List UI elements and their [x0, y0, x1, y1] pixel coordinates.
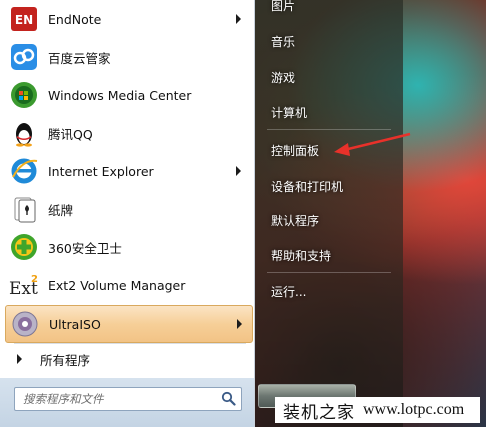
left-separator — [14, 343, 246, 344]
program-internet-explorer[interactable]: Internet Explorer — [5, 153, 251, 189]
expand-arrow-icon — [17, 354, 22, 364]
endnote-icon: EN — [9, 4, 39, 34]
program-windows-media-center[interactable]: Windows Media Center — [5, 77, 251, 113]
solitaire-icon — [9, 194, 39, 224]
program-ext2-volume-manager[interactable]: Ext 2 Ext2 Volume Manager — [5, 267, 251, 303]
start-menu-right-pane: 图片 音乐 游戏 计算机 控制面板 设备和打印机 默认程序 帮助和支持 运行..… — [254, 0, 403, 427]
submenu-arrow-icon — [237, 319, 242, 329]
qq-icon — [9, 118, 39, 148]
program-label: EndNote — [48, 11, 102, 27]
right-item-games[interactable]: 游戏 — [271, 69, 295, 86]
360-security-icon — [9, 232, 39, 262]
ext2-icon: Ext 2 — [9, 270, 39, 300]
right-item-pictures[interactable]: 图片 — [271, 0, 295, 14]
search-input[interactable] — [15, 391, 215, 407]
right-separator — [267, 272, 391, 273]
right-item-default-programs[interactable]: 默认程序 — [271, 212, 319, 229]
right-item-help-support[interactable]: 帮助和支持 — [271, 247, 331, 264]
baidu-cloud-icon — [9, 42, 39, 72]
annotation-arrow-icon — [334, 132, 411, 156]
program-label: Windows Media Center — [48, 87, 192, 103]
windows-media-center-icon — [9, 80, 39, 110]
program-endnote[interactable]: EN EndNote — [5, 1, 251, 37]
right-item-control-panel[interactable]: 控制面板 — [271, 142, 319, 159]
internet-explorer-icon — [9, 156, 39, 186]
program-360-security[interactable]: 360安全卫士 — [5, 229, 251, 265]
start-menu-left-pane: EN EndNote 百度云管家 Windows Media Center 腾讯… — [0, 0, 255, 427]
program-label: 纸牌 — [48, 202, 74, 218]
svg-text:EN: EN — [15, 13, 33, 27]
right-item-devices-printers[interactable]: 设备和打印机 — [271, 178, 343, 195]
ultraiso-icon — [10, 309, 40, 339]
program-qq[interactable]: 腾讯QQ — [5, 115, 251, 151]
program-label: Ext2 Volume Manager — [48, 277, 186, 293]
program-label: 腾讯QQ — [48, 126, 93, 142]
watermark-url: www.lotpc.com — [363, 401, 465, 418]
program-label: 百度云管家 — [48, 50, 111, 66]
watermark-chinese: 装机之家 — [283, 402, 355, 423]
program-baidu-cloud[interactable]: 百度云管家 — [5, 39, 251, 75]
program-label: 360安全卫士 — [48, 240, 122, 256]
watermark: 装机之家 www.lotpc.com — [275, 397, 480, 423]
submenu-arrow-icon — [236, 166, 241, 176]
program-ultraiso[interactable]: UltraISO — [5, 305, 253, 343]
all-programs-button[interactable]: 所有程序 — [5, 346, 251, 372]
search-icon[interactable] — [221, 391, 236, 409]
program-label: Internet Explorer — [48, 163, 154, 179]
search-box — [14, 387, 242, 411]
right-item-run[interactable]: 运行... — [271, 283, 306, 300]
search-area — [0, 378, 254, 427]
program-label: UltraISO — [49, 316, 101, 332]
program-solitaire[interactable]: 纸牌 — [5, 191, 251, 227]
submenu-arrow-icon — [236, 14, 241, 24]
all-programs-label: 所有程序 — [40, 352, 91, 368]
svg-text:2: 2 — [31, 274, 38, 285]
right-item-computer[interactable]: 计算机 — [271, 104, 307, 121]
right-item-music[interactable]: 音乐 — [271, 33, 295, 50]
